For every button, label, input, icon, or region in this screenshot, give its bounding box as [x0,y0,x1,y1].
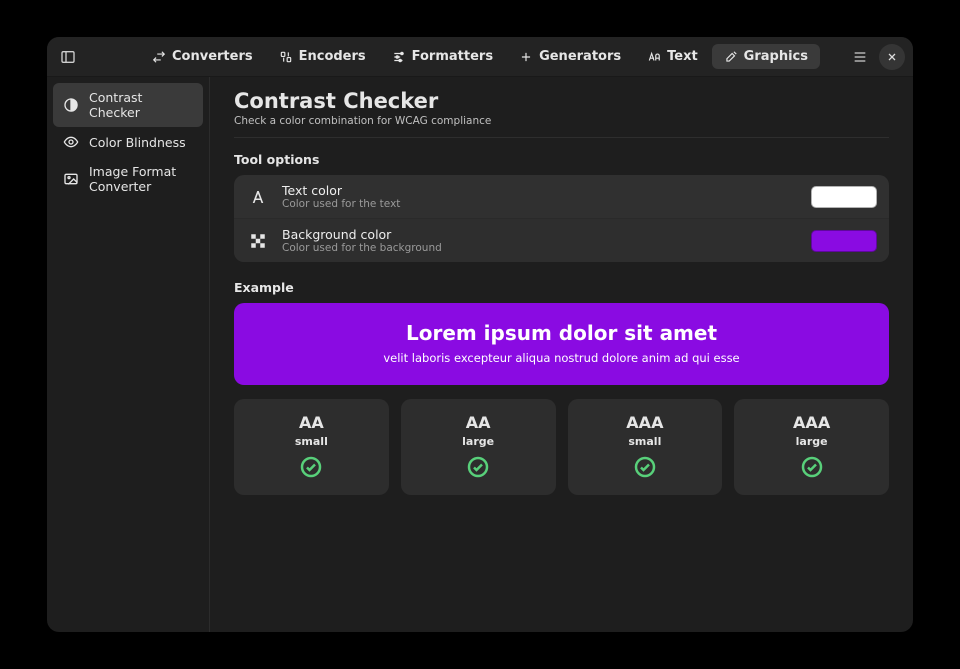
tab-label: Graphics [744,49,808,64]
tab-label: Converters [172,49,253,64]
arrows-icon [152,50,166,64]
option-title: Text color [282,183,400,198]
option-sub: Color used for the text [282,198,400,210]
result-size: large [462,435,494,448]
result-level: AA [466,413,491,432]
toggle-sidebar-button[interactable] [55,44,81,70]
result-level: AAA [626,413,663,432]
tab-label: Text [667,49,698,64]
page-subtitle: Check a color combination for WCAG compl… [234,115,889,127]
check-circle-icon [633,455,657,479]
tab-label: Generators [539,49,621,64]
page-title: Contrast Checker [234,89,889,113]
result-card: AAA large [734,399,889,495]
menu-button[interactable] [847,44,873,70]
option-sub: Color used for the background [282,242,442,254]
tab-text[interactable]: Text [635,44,710,69]
check-circle-icon [466,455,490,479]
binary-icon [279,50,293,64]
tab-label: Formatters [412,49,493,64]
plus-icon [519,50,533,64]
result-size: small [628,435,661,448]
sidebar-item-label: Contrast Checker [89,90,193,120]
sidebar-item-contrast-checker[interactable]: Contrast Checker [53,83,203,127]
results-grid: AA small AA large AAA small [234,399,889,495]
option-background-color: Background color Color used for the back… [234,218,889,262]
divider [234,137,889,138]
result-card: AAA small [568,399,723,495]
brush-icon [724,50,738,64]
result-level: AAA [793,413,830,432]
tab-generators[interactable]: Generators [507,44,633,69]
result-card: AA small [234,399,389,495]
option-text-color: Text color Color used for the text [234,175,889,218]
result-size: small [295,435,328,448]
panel-left-icon [60,49,76,65]
example-title: Lorem ipsum dolor sit amet [250,321,873,345]
check-circle-icon [800,455,824,479]
tool-options-card: Text color Color used for the text Backg… [234,175,889,262]
image-icon [63,171,79,187]
section-heading-options: Tool options [234,152,889,167]
tab-formatters[interactable]: Formatters [380,44,505,69]
check-circle-icon [299,455,323,479]
tab-encoders[interactable]: Encoders [267,44,378,69]
result-level: AA [299,413,324,432]
hamburger-icon [852,49,868,65]
text-color-swatch[interactable] [811,186,877,208]
result-size: large [796,435,828,448]
checker-icon [246,229,270,253]
sidebar-item-color-blindness[interactable]: Color Blindness [53,127,203,157]
contrast-icon [63,97,79,113]
main-content: Contrast Checker Check a color combinati… [210,77,913,632]
sidebar-item-label: Image Format Converter [89,164,193,194]
example-preview: Lorem ipsum dolor sit amet velit laboris… [234,303,889,385]
app-window: Converters Encoders Formatters Generator… [47,37,913,632]
tab-converters[interactable]: Converters [140,44,265,69]
titlebar: Converters Encoders Formatters Generator… [47,37,913,77]
close-icon [886,51,898,63]
close-button[interactable] [879,44,905,70]
section-heading-example: Example [234,280,889,295]
letter-a-icon [246,185,270,209]
sidebar: Contrast Checker Color Blindness Image F… [47,77,210,632]
text-icon [647,50,661,64]
result-card: AA large [401,399,556,495]
sidebar-item-image-converter[interactable]: Image Format Converter [53,157,203,201]
tab-label: Encoders [299,49,366,64]
example-sub: velit laboris excepteur aliqua nostrud d… [250,351,873,365]
sidebar-item-label: Color Blindness [89,135,186,150]
option-title: Background color [282,227,442,242]
background-color-swatch[interactable] [811,230,877,252]
eye-icon [63,134,79,150]
category-tabs: Converters Encoders Formatters Generator… [140,44,820,69]
tab-graphics[interactable]: Graphics [712,44,820,69]
sliders-icon [392,50,406,64]
